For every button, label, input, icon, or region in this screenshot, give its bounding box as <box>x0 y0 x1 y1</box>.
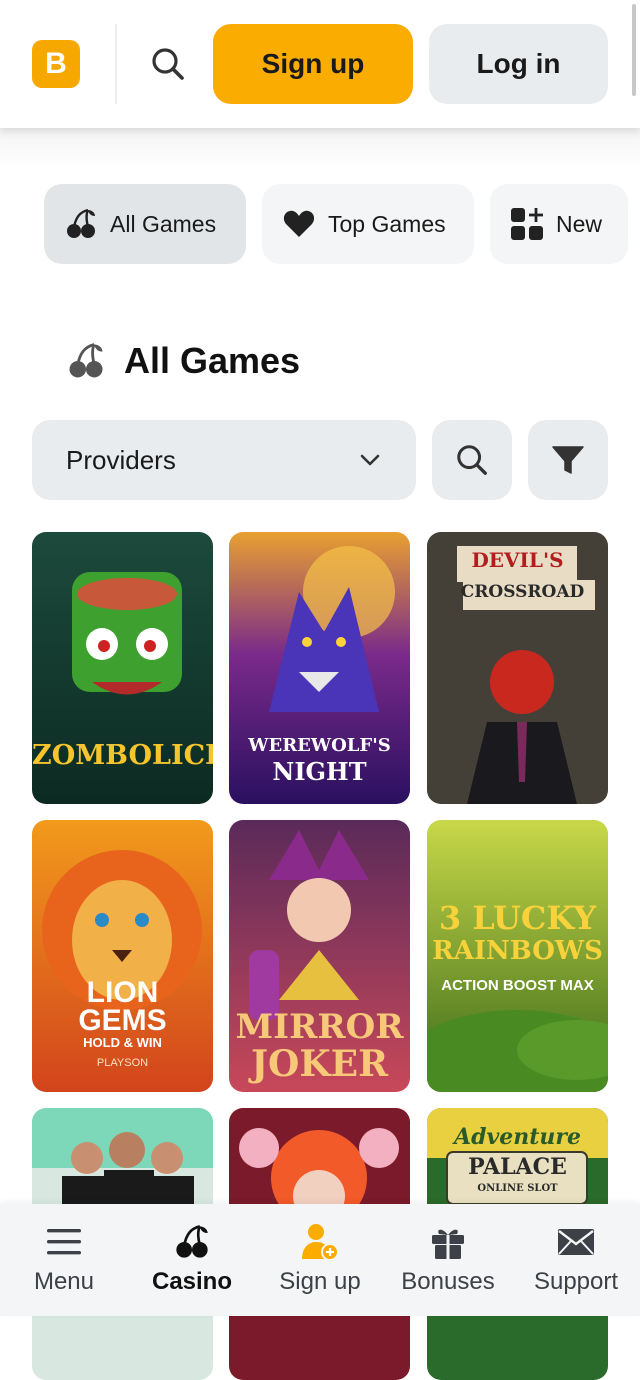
game-title: NIGHT <box>272 757 367 786</box>
filter-button[interactable] <box>528 420 608 500</box>
tab-label: New <box>556 210 603 237</box>
nav-signup[interactable]: Sign up <box>256 1204 384 1316</box>
section-header: All Games <box>66 340 300 382</box>
mail-icon <box>556 1222 596 1262</box>
game-tile[interactable]: WEREWOLF'S NIGHT <box>229 532 410 804</box>
game-tile[interactable]: LION GEMS HOLD & WIN PLAYSON <box>32 820 213 1092</box>
game-tile[interactable]: 3 LUCKY RAINBOWS ACTION BOOST MAX <box>427 820 608 1092</box>
scrollbar[interactable] <box>632 4 636 96</box>
signup-button[interactable]: Sign up <box>213 24 413 104</box>
tab-label: All Games <box>110 210 217 237</box>
nav-label: Menu <box>33 1268 95 1295</box>
grid-plus-icon <box>510 207 544 241</box>
nav-label: Casino <box>151 1268 232 1295</box>
game-tile[interactable]: ZOMBOLICE <box>32 532 213 804</box>
nav-menu[interactable]: Menu <box>0 1204 128 1316</box>
game-title: MIRROR <box>235 1007 404 1047</box>
tab-new[interactable]: New <box>490 184 628 264</box>
game-artwork <box>32 820 213 1092</box>
brand-logo[interactable]: B <box>32 40 80 88</box>
header-divider <box>115 24 117 104</box>
top-header: B Sign up Log in <box>0 0 640 128</box>
game-title: DEVIL'S <box>471 548 564 572</box>
hamburger-icon <box>44 1222 84 1262</box>
logo-letter: B <box>45 47 67 80</box>
game-subtitle: ONLINE SLOT <box>477 1183 558 1194</box>
tab-label: Top Games <box>328 210 446 237</box>
game-artwork <box>427 532 608 804</box>
header-shadow <box>0 128 640 168</box>
game-title: CROSSROAD <box>460 582 585 602</box>
search-icon <box>457 445 487 475</box>
game-title: PALACE <box>468 1154 567 1180</box>
providers-dropdown[interactable]: Providers <box>32 420 416 500</box>
game-title: 3 LUCKY <box>438 899 597 937</box>
games-search-button[interactable] <box>432 420 512 500</box>
game-title: WEREWOLF'S <box>248 735 391 756</box>
search-icon <box>152 48 184 80</box>
game-title: Adventure <box>454 1124 581 1150</box>
header-search-button[interactable] <box>146 42 190 86</box>
login-button[interactable]: Log in <box>429 24 608 104</box>
tab-top-games[interactable]: Top Games <box>262 184 474 264</box>
chevron-down-icon <box>360 454 380 466</box>
nav-casino[interactable]: Casino <box>128 1204 256 1316</box>
cherry-icon <box>172 1222 212 1262</box>
gift-icon <box>428 1222 468 1262</box>
tab-all-games[interactable]: All Games <box>44 184 246 264</box>
nav-label: Sign up <box>279 1268 361 1295</box>
filter-icon <box>552 446 584 474</box>
heart-icon <box>282 207 316 241</box>
cherry-icon <box>66 341 106 381</box>
game-title: ZOMBOLICE <box>32 740 213 771</box>
game-tile[interactable]: MIRROR JOKER <box>229 820 410 1092</box>
bottom-navigation: Menu Casino Sign up Bonuses Support <box>0 1204 640 1316</box>
game-title: ACTION BOOST MAX <box>441 977 594 994</box>
game-title: GEMS <box>78 1004 167 1037</box>
providers-label: Providers <box>66 444 176 475</box>
cherry-icon <box>64 207 98 241</box>
game-title: JOKER <box>250 1043 389 1085</box>
nav-bonuses[interactable]: Bonuses <box>384 1204 512 1316</box>
nav-label: Bonuses <box>401 1268 495 1295</box>
game-title: HOLD & WIN <box>83 1035 162 1050</box>
nav-support[interactable]: Support <box>512 1204 640 1316</box>
section-title: All Games <box>124 340 301 381</box>
game-title: RAINBOWS <box>432 936 603 966</box>
game-provider: PLAYSON <box>96 1057 149 1069</box>
nav-label: Support <box>533 1268 619 1295</box>
game-tile[interactable]: DEVIL'S CROSSROAD <box>427 532 608 804</box>
add-user-icon <box>300 1222 340 1262</box>
